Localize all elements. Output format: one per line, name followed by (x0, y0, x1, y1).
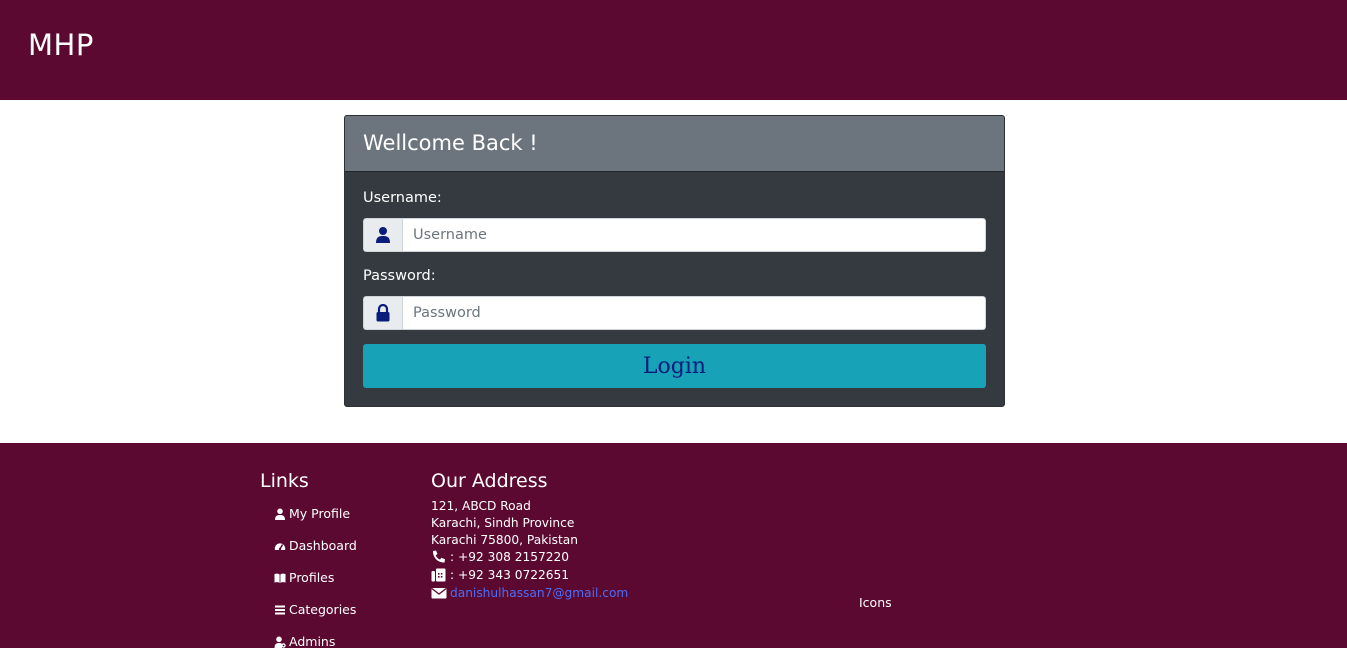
book-icon (274, 573, 286, 583)
address-line-2: Karachi, Sindh Province (431, 516, 575, 530)
icons-label: Icons (859, 595, 892, 610)
email-link[interactable]: danishulhassan7@gmail.com (450, 586, 628, 600)
address-line-3: Karachi 75800, Pakistan (431, 533, 578, 547)
login-card: Wellcome Back ! Username: Password: Logi… (344, 115, 1005, 407)
footer-link-label: Categories (289, 602, 357, 617)
address-title: Our Address (431, 470, 548, 492)
user-icon (275, 508, 285, 520)
footer-link-label: Dashboard (289, 538, 357, 553)
user-icon (363, 218, 402, 252)
top-header: MHP (0, 0, 1347, 100)
fax-line: : +92 343 0722651 (431, 568, 569, 582)
address-line-1: 121, ABCD Road (431, 499, 531, 513)
username-group (363, 218, 986, 252)
login-button[interactable]: Login (363, 344, 986, 388)
password-input[interactable] (402, 296, 986, 330)
footer-link-label: My Profile (289, 506, 351, 521)
footer-link-label: Profiles (289, 570, 335, 585)
phone-icon (432, 550, 445, 563)
login-title: Wellcome Back ! (363, 131, 538, 155)
tachometer-icon (274, 542, 286, 550)
login-card-header: Wellcome Back ! (345, 116, 1004, 172)
brand-logo[interactable]: MHP (28, 28, 94, 62)
user-cog-icon (274, 636, 286, 648)
lock-icon (363, 296, 402, 330)
password-group (363, 296, 986, 330)
phone-number: : +92 308 2157220 (450, 550, 569, 564)
footer-link-dashboard[interactable]: Dashboard (274, 538, 357, 553)
email-line: danishulhassan7@gmail.com (431, 586, 628, 600)
envelope-icon (431, 587, 447, 599)
footer: Links My Profile Dashboard Profiles Cate… (0, 443, 1347, 649)
footer-link-my-profile[interactable]: My Profile (274, 506, 350, 521)
phone-line: : +92 308 2157220 (431, 550, 569, 564)
list-icon (275, 605, 285, 614)
footer-link-categories[interactable]: Categories (274, 602, 356, 617)
username-label: Username: (363, 190, 442, 206)
footer-link-label: Admins (289, 634, 336, 649)
password-label: Password: (363, 268, 436, 284)
fax-number: : +92 343 0722651 (450, 568, 569, 582)
footer-link-profiles[interactable]: Profiles (274, 570, 334, 585)
links-title: Links (260, 470, 309, 492)
fax-icon (431, 568, 446, 582)
footer-link-admins[interactable]: Admins (274, 634, 335, 649)
username-input[interactable] (402, 218, 986, 252)
